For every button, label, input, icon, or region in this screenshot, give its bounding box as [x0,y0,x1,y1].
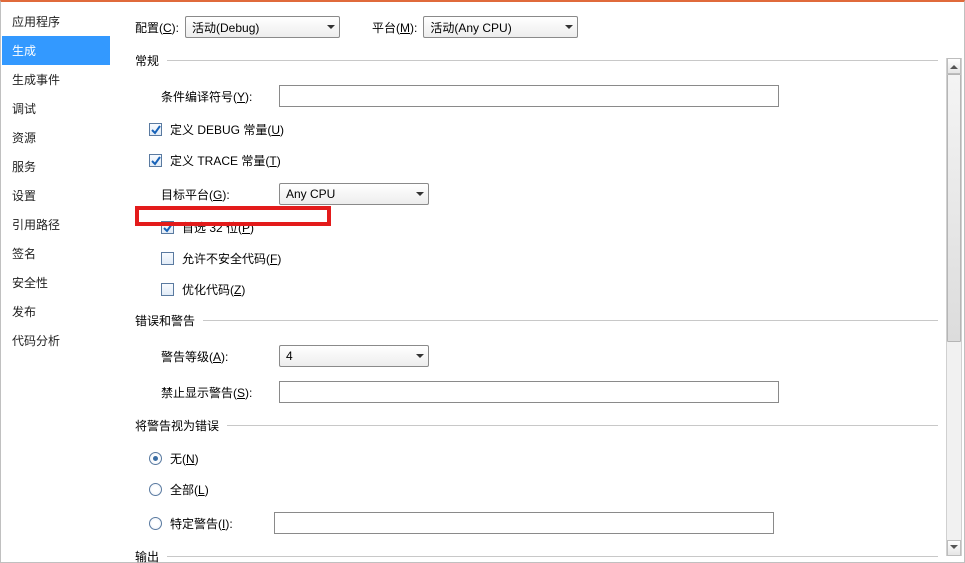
warning-level-combo[interactable]: 4 [279,345,429,367]
trace-const-checkbox[interactable] [149,154,162,167]
treat-none-radio[interactable] [149,452,162,465]
row-trace-const: 定义 TRACE 常量(T) [149,152,938,169]
section-treat-as-errors: 将警告视为错误 [135,417,938,434]
row-warning-level: 警告等级(A): 4 [161,345,938,367]
suppress-warnings-input[interactable] [279,381,779,403]
row-suppress-warnings: 禁止显示警告(S): [161,381,938,403]
row-unsafe: 允许不安全代码(F) [161,250,938,267]
treat-none-label: 无(N) [170,450,199,467]
symbols-input[interactable] [279,85,779,107]
unsafe-code-checkbox[interactable] [161,252,174,265]
debug-const-checkbox[interactable] [149,123,162,136]
row-treat-all: 全部(L) [149,481,938,498]
target-platform-label: 目标平台(G): [161,186,271,203]
section-general: 常规 [135,52,938,69]
row-debug-const: 定义 DEBUG 常量(U) [149,121,938,138]
treat-all-label: 全部(L) [170,481,209,498]
section-output: 输出 [135,548,938,563]
row-symbols: 条件编译符号(Y): [161,85,938,107]
optimize-code-label: 优化代码(Z) [182,281,245,298]
platform-combo[interactable]: 活动(Any CPU) [423,16,578,38]
sidebar-item-reference-paths[interactable]: 引用路径 [2,210,110,239]
prefer-32bit-checkbox[interactable] [161,221,174,234]
sidebar-item-code-analysis[interactable]: 代码分析 [2,326,110,355]
content-area: 配置(C): 活动(Debug) 平台(M): 活动(Any CPU) 常规 条… [121,2,964,562]
config-row: 配置(C): 活动(Debug) 平台(M): 活动(Any CPU) [135,16,944,38]
scroll-down-button[interactable] [947,540,961,556]
treat-specific-label: 特定警告(I): [170,515,266,532]
scroll-area: 常规 条件编译符号(Y): 定义 DEBUG 常量(U) 定义 TRACE 常量… [121,52,964,562]
row-target-platform: 目标平台(G): Any CPU [161,183,938,205]
configuration-combo[interactable]: 活动(Debug) [185,16,340,38]
project-properties-page: 应用程序 生成 生成事件 调试 资源 服务 设置 引用路径 签名 安全性 发布 … [0,0,965,563]
target-platform-value: Any CPU [286,187,335,201]
configuration-value: 活动(Debug) [192,19,259,36]
platform-label: 平台(M): [372,19,417,36]
section-errors: 错误和警告 [135,312,938,329]
suppress-warnings-label: 禁止显示警告(S): [161,384,271,401]
scroll-up-button[interactable] [947,58,961,74]
row-treat-none: 无(N) [149,450,938,467]
sidebar-item-resources[interactable]: 资源 [2,123,110,152]
symbols-label: 条件编译符号(Y): [161,88,271,105]
treat-specific-radio[interactable] [149,517,162,530]
prefer-32bit-label: 首选 32 位(P) [182,219,254,236]
warning-level-label: 警告等级(A): [161,348,271,365]
sidebar-item-build[interactable]: 生成 [2,36,110,65]
sidebar-item-publish[interactable]: 发布 [2,297,110,326]
sidebar-item-application[interactable]: 应用程序 [2,7,110,36]
treat-all-radio[interactable] [149,483,162,496]
optimize-code-checkbox[interactable] [161,283,174,296]
row-prefer-32: 首选 32 位(P) [161,219,938,236]
warning-level-value: 4 [286,349,293,363]
chevron-down-icon [327,25,335,33]
sidebar-item-build-events[interactable]: 生成事件 [2,65,110,94]
vertical-scrollbar[interactable] [946,58,962,556]
scroll-thumb[interactable] [947,74,961,342]
unsafe-code-label: 允许不安全代码(F) [182,250,281,267]
debug-const-label: 定义 DEBUG 常量(U) [170,121,284,138]
sidebar-item-settings[interactable]: 设置 [2,181,110,210]
sidebar-item-security[interactable]: 安全性 [2,268,110,297]
sidebar-item-services[interactable]: 服务 [2,152,110,181]
chevron-down-icon [565,25,573,33]
row-treat-specific: 特定警告(I): [149,512,938,534]
chevron-down-icon [416,354,424,362]
treat-specific-input[interactable] [274,512,774,534]
sidebar-item-signing[interactable]: 签名 [2,239,110,268]
sidebar: 应用程序 生成 生成事件 调试 资源 服务 设置 引用路径 签名 安全性 发布 … [2,7,110,355]
chevron-down-icon [416,192,424,200]
target-platform-combo[interactable]: Any CPU [279,183,429,205]
configuration-label: 配置(C): [135,19,179,36]
row-optimize: 优化代码(Z) [161,281,938,298]
platform-value: 活动(Any CPU) [430,19,511,36]
sidebar-item-debug[interactable]: 调试 [2,94,110,123]
trace-const-label: 定义 TRACE 常量(T) [170,152,281,169]
